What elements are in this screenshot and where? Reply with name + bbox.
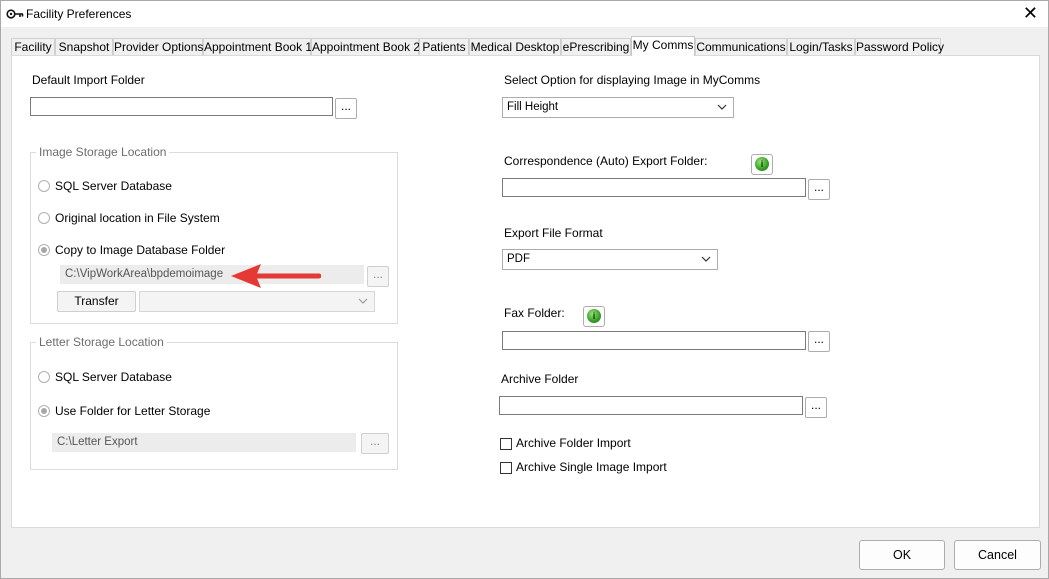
default-import-browse-button[interactable]: ... <box>335 98 357 119</box>
letter-folder-browse-button[interactable]: ... <box>361 433 389 454</box>
default-import-folder-label: Default Import Folder <box>32 73 145 87</box>
archive-folder-import-checkbox[interactable] <box>500 438 512 450</box>
correspondence-info-button[interactable]: i <box>751 154 773 175</box>
export-format-select[interactable]: PDF <box>502 249 718 270</box>
fax-folder-label: Fax Folder: <box>504 306 565 320</box>
image-option-sql-label: SQL Server Database <box>55 179 172 193</box>
image-option-original-label: Original location in File System <box>55 211 220 225</box>
image-display-label: Select Option for displaying Image in My… <box>504 73 761 87</box>
close-icon[interactable]: ✕ <box>1023 4 1038 22</box>
image-folder-browse-button[interactable]: ... <box>367 266 389 287</box>
archive-single-image-label: Archive Single Image Import <box>516 460 667 474</box>
archive-folder-import-label: Archive Folder Import <box>516 436 631 450</box>
facility-preferences-dialog: Facility Preferences ✕ Facility Snapshot… <box>0 0 1049 579</box>
archive-browse-button[interactable]: ... <box>805 397 827 418</box>
transfer-select[interactable] <box>139 291 375 312</box>
tab-medical-desktop[interactable]: Medical Desktop <box>469 38 561 55</box>
title-bar: Facility Preferences ✕ <box>1 1 1048 27</box>
tab-communications[interactable]: Communications <box>695 38 787 55</box>
tab-facility[interactable]: Facility <box>11 38 55 55</box>
info-icon: i <box>587 309 601 323</box>
image-display-select[interactable]: Fill Height <box>502 97 734 118</box>
chevron-down-icon <box>717 104 727 110</box>
letter-folder-input[interactable]: C:\Letter Export <box>52 433 356 452</box>
chevron-down-icon <box>701 256 711 262</box>
letter-option-folder-label: Use Folder for Letter Storage <box>55 404 211 418</box>
fax-info-button[interactable]: i <box>583 306 605 327</box>
key-icon <box>6 9 24 19</box>
tab-eprescribing[interactable]: ePrescribing <box>561 38 631 55</box>
tab-appointment-book-1[interactable]: Appointment Book 1 <box>203 38 312 55</box>
window-title: Facility Preferences <box>26 7 132 21</box>
archive-folder-label: Archive Folder <box>501 372 579 386</box>
export-format-label: Export File Format <box>504 226 603 240</box>
image-display-value: Fill Height <box>507 101 559 113</box>
letter-radio-use-folder[interactable] <box>38 405 50 417</box>
correspondence-export-input[interactable] <box>502 178 806 197</box>
tab-my-comms[interactable]: My Comms <box>631 36 695 56</box>
tab-appointment-book-2[interactable]: Appointment Book 2 <box>311 38 420 55</box>
tab-provider-options[interactable]: Provider Options <box>113 38 203 55</box>
letter-radio-sql-server[interactable] <box>38 371 50 383</box>
export-format-value: PDF <box>507 253 530 265</box>
ok-button[interactable]: OK <box>859 540 945 570</box>
default-import-folder-input[interactable] <box>30 97 333 116</box>
letter-option-sql-label: SQL Server Database <box>55 370 172 384</box>
archive-folder-input[interactable] <box>499 396 803 415</box>
tab-login-tasks[interactable]: Login/Tasks <box>787 38 855 55</box>
tab-patients[interactable]: Patients <box>419 38 469 55</box>
fax-folder-input[interactable] <box>502 331 806 350</box>
info-icon: i <box>755 157 769 171</box>
chevron-down-icon <box>358 298 368 304</box>
image-radio-sql-server[interactable] <box>38 180 50 192</box>
image-radio-original-location[interactable] <box>38 212 50 224</box>
tab-password-policy[interactable]: Password Policy <box>855 38 944 55</box>
correspondence-export-label: Correspondence (Auto) Export Folder: <box>504 154 708 168</box>
image-radio-copy-folder[interactable] <box>38 244 50 256</box>
annotation-arrow-icon <box>231 264 321 288</box>
tab-snapshot[interactable]: Snapshot <box>55 38 113 55</box>
image-option-copy-label: Copy to Image Database Folder <box>55 243 226 257</box>
fax-browse-button[interactable]: ... <box>808 331 830 352</box>
letter-storage-title: Letter Storage Location <box>36 335 167 349</box>
image-storage-title: Image Storage Location <box>36 145 170 159</box>
cancel-button[interactable]: Cancel <box>954 540 1041 570</box>
correspondence-browse-button[interactable]: ... <box>808 179 830 200</box>
transfer-button[interactable]: Transfer <box>57 291 136 312</box>
archive-single-image-checkbox[interactable] <box>500 462 512 474</box>
